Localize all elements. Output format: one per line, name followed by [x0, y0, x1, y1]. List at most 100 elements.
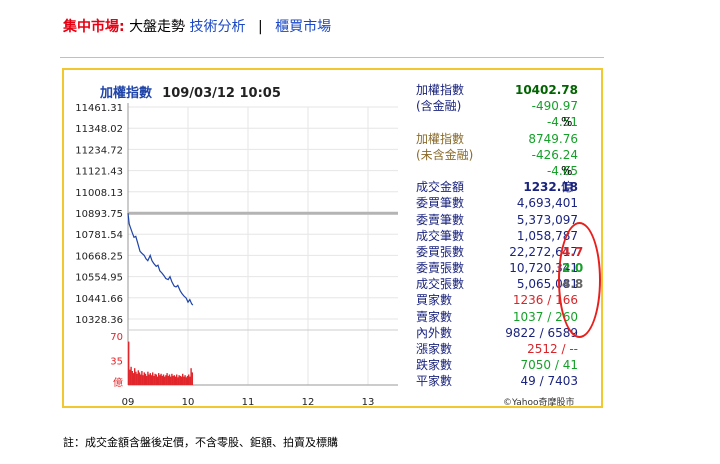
- volume-bar: [149, 373, 151, 385]
- stat-suffix: %: [561, 163, 573, 178]
- volume-bar: [180, 376, 183, 385]
- volume-bar: [173, 375, 175, 385]
- volume-bar: [150, 375, 153, 385]
- volume-bar: [155, 374, 157, 385]
- x-tick-label: 13: [362, 397, 375, 408]
- volume-bar: [132, 373, 135, 385]
- chart-title-timestamp: 109/03/12 10:05: [162, 86, 281, 101]
- volume-unit-label: 億: [113, 376, 123, 389]
- stat-label: 委買筆數: [416, 196, 465, 211]
- volume-bar: [154, 373, 156, 385]
- volume-bar: [144, 373, 147, 385]
- volume-bar: [130, 366, 132, 385]
- y-tick-label: 10441.66: [75, 294, 123, 305]
- volume-bar: [138, 372, 141, 385]
- x-tick-label: 12: [302, 397, 315, 408]
- stat-row: 漲家數 2512 / --: [416, 341, 602, 357]
- volume-bar: [136, 373, 138, 385]
- stat-label: 跌家數: [416, 358, 453, 373]
- y-tick-label: 10328.36: [75, 315, 123, 326]
- volume-bar: [170, 376, 172, 385]
- stat-label: 加權指數: [416, 131, 465, 146]
- stat-label: 內外數: [416, 325, 453, 340]
- stat-suffix: 億: [561, 180, 574, 195]
- volume-bar: [186, 375, 189, 385]
- stat-suffix: %: [561, 115, 573, 130]
- volume-bar: [172, 375, 174, 385]
- volume-tick-label: 35: [110, 357, 123, 368]
- volume-bar: [171, 373, 173, 385]
- stat-label: 成交筆數: [416, 228, 465, 243]
- volume-bar: [183, 376, 185, 385]
- stat-label: 委買張數: [416, 244, 465, 259]
- stat-value: 4,693,401: [516, 196, 578, 211]
- y-tick-label: 11008.13: [75, 188, 123, 199]
- volume-bar: [148, 374, 150, 385]
- volume-bar: [156, 376, 159, 385]
- volume-bar: [134, 368, 136, 385]
- stat-label: 加權指數: [416, 83, 465, 97]
- volume-bar: [179, 375, 181, 385]
- y-tick-label: 10781.54: [75, 230, 123, 241]
- y-tick-label: 10554.95: [75, 273, 123, 284]
- volume-bar: [178, 375, 180, 385]
- volume-bar: [128, 341, 130, 385]
- stat-label: 成交金額: [416, 180, 465, 195]
- stat-row: 委買筆數 4,693,401: [416, 195, 602, 211]
- volume-bar: [141, 371, 143, 385]
- index-chart: 11461.31 11348.02 11234.72 11121.43 11008.13…: [75, 103, 398, 408]
- stat-value: 8749.76: [528, 131, 578, 146]
- x-tick-label: 10: [182, 397, 195, 408]
- y-tick-label: 10668.25: [75, 251, 123, 262]
- volume-bar: [189, 376, 191, 385]
- stat-label: 委賣張數: [416, 261, 465, 276]
- volume-bar: [168, 374, 171, 385]
- stat-value: 7050 / 41: [520, 358, 578, 373]
- volume-bar: [177, 377, 179, 385]
- footnote: 註：成交金額含盤後定價，不含零股、鉅額、拍賣及標購: [63, 436, 338, 449]
- volume-bar: [162, 374, 165, 385]
- x-tick-label: 11: [242, 397, 255, 408]
- volume-bar: [160, 373, 162, 385]
- chart-title-name: 加權指數: [100, 86, 153, 101]
- stat-row: 成交金額 1232.18 億: [416, 179, 602, 195]
- volume-bar: [166, 373, 168, 385]
- volume-bar: [131, 371, 133, 385]
- volume-bar: [129, 369, 131, 385]
- y-tick-label: 11348.02: [75, 124, 123, 135]
- stat-label: 買家數: [416, 293, 453, 308]
- stat-row: 跌家數 7050 / 41: [416, 357, 602, 373]
- stat-row: (未含金融) -426.24: [416, 147, 602, 163]
- y-tick-label: 11234.72: [75, 145, 123, 156]
- volume-bar: [188, 374, 190, 385]
- stat-value: 49 / 7403: [520, 374, 578, 389]
- stat-row: (含金融) -490.97: [416, 98, 602, 114]
- volume-bar: [142, 375, 144, 385]
- volume-bar: [167, 375, 169, 385]
- volume-bar: [161, 375, 163, 385]
- source-credit: ©Yahoo奇摩股市: [503, 398, 575, 408]
- y-tick-label: 10893.75: [75, 209, 123, 220]
- stat-row: 平家數 49 / 7403: [416, 373, 602, 389]
- volume-bar: [165, 375, 167, 385]
- stat-value: -426.24: [531, 147, 578, 162]
- chart-title: 加權指數 109/03/12 10:05: [100, 82, 281, 101]
- stat-row: -4.65%: [416, 163, 602, 179]
- stat-label: 平家數: [416, 374, 453, 389]
- price-line: [127, 213, 194, 306]
- volume-bar: [146, 375, 148, 385]
- volume-bar: [182, 373, 184, 385]
- volume-bar: [140, 374, 142, 385]
- volume-bar: [147, 371, 149, 385]
- volume-bar: [159, 375, 161, 385]
- volume-bar: [137, 370, 139, 385]
- stat-label: (未含金融): [416, 147, 474, 162]
- stat-value: 2512 / --: [527, 342, 578, 356]
- stat-label: 漲家數: [416, 342, 453, 356]
- stat-row: -4.51%: [416, 114, 602, 130]
- volume-bar: [191, 372, 193, 385]
- stat-label: 成交張數: [416, 277, 465, 292]
- volume-bar: [164, 376, 166, 385]
- stat-label: 賣家數: [416, 309, 453, 324]
- volume-bar: [153, 375, 155, 385]
